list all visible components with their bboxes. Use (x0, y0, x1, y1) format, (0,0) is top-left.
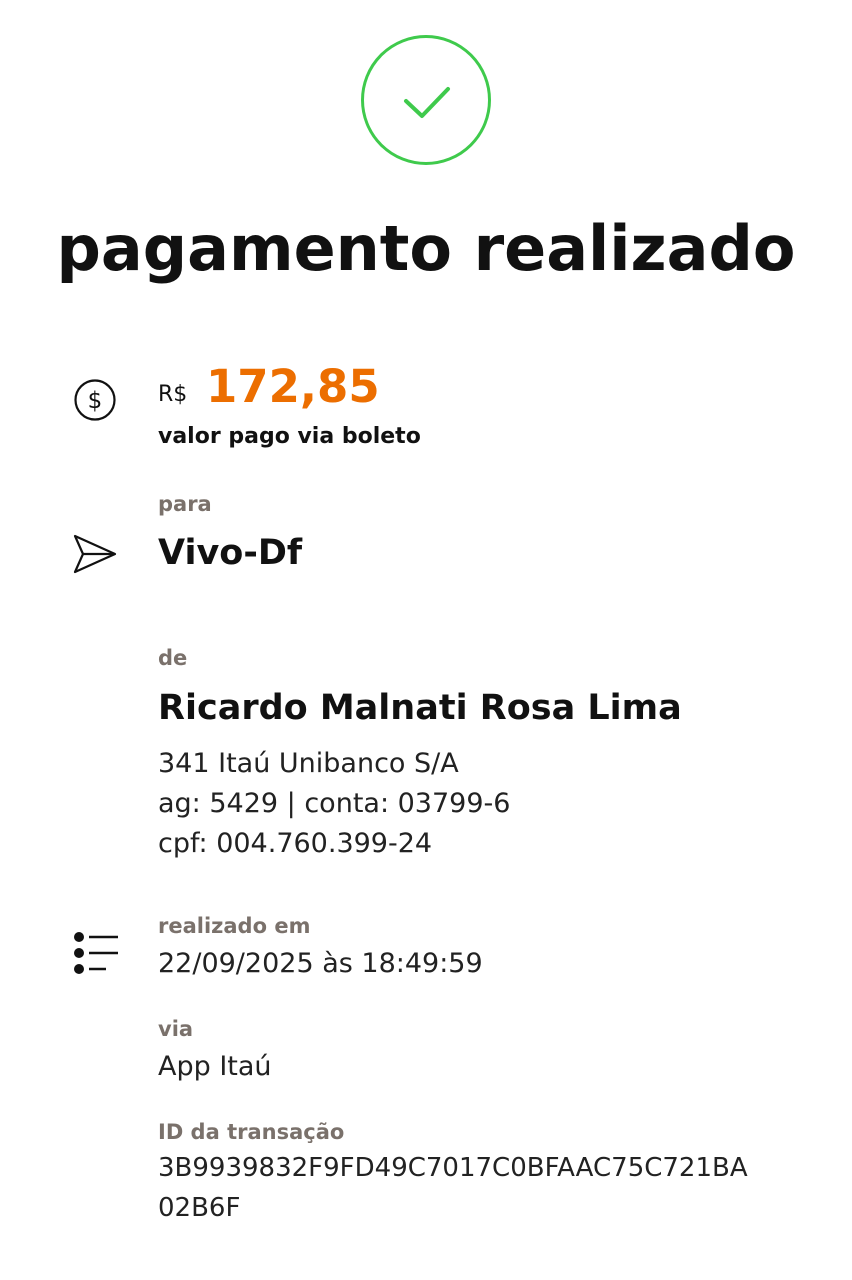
date-label: realizado em (158, 914, 311, 938)
currency-symbol: R$ (158, 382, 188, 407)
page-title: pagamento realizado (56, 212, 796, 285)
send-icon (72, 533, 118, 579)
dollar-circle-icon: $ (73, 378, 117, 426)
payer-bank: 341 Itaú Unibanco S/A (158, 748, 459, 779)
checkmark-icon (404, 87, 450, 118)
via-value: App Itaú (158, 1051, 272, 1082)
payer-cpf: cpf: 004.760.399-24 (158, 828, 433, 859)
transaction-id-line2: 02B6F (158, 1193, 241, 1223)
svg-text:$: $ (88, 388, 103, 414)
amount-description: valor pago via boleto (158, 424, 421, 449)
list-icon (72, 930, 120, 980)
date-value: 22/09/2025 às 18:49:59 (158, 948, 483, 979)
payment-amount: 172,85 (206, 360, 380, 413)
check-circle-icon (361, 35, 491, 165)
payer-name: Ricardo Malnati Rosa Lima (158, 688, 682, 728)
transaction-id-line1: 3B9939832F9FD49C7017C0BFAAC75C721BA (158, 1153, 748, 1183)
recipient-name: Vivo-Df (158, 533, 303, 573)
via-label: via (158, 1017, 194, 1041)
transaction-id-label: ID da transação (158, 1120, 345, 1144)
recipient-label: para (158, 492, 212, 516)
payer-account: ag: 5429 | conta: 03799-6 (158, 788, 511, 819)
payer-label: de (158, 646, 188, 670)
